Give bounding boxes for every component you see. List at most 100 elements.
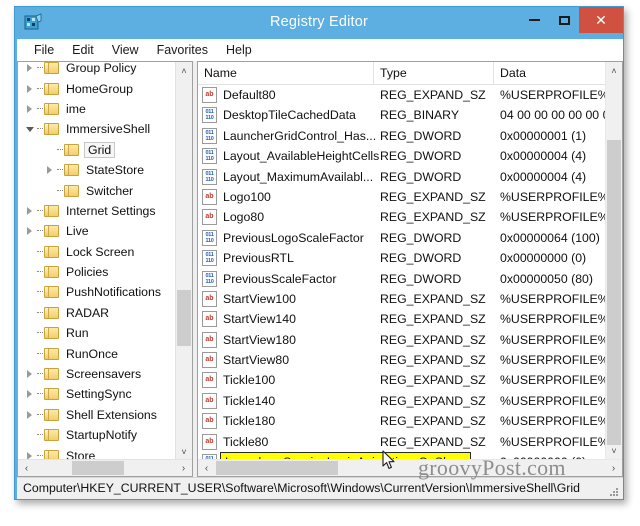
value-row[interactable]: ab Tickle100 REG_EXPAND_SZ %USERPROFILE%\	[198, 370, 605, 390]
tree-node[interactable]: Live	[18, 221, 176, 241]
tree-node[interactable]: StartupNotify	[18, 425, 176, 445]
value-data: 0x00000000 (0)	[500, 251, 587, 266]
list-scroll-thumb[interactable]	[607, 140, 621, 445]
column-header-data[interactable]: Data	[494, 62, 605, 84]
list-scroll-down-button[interactable]: ˅	[606, 442, 622, 459]
rename-value-input[interactable]: Launcher_SessionLoginAnimation_OnShow	[220, 452, 471, 459]
list-scroll-left-button[interactable]: ‹	[198, 460, 215, 476]
list-scroll-right-button[interactable]: ›	[605, 460, 622, 476]
value-row[interactable]: ab Tickle180 REG_EXPAND_SZ %USERPROFILE%\	[198, 411, 605, 431]
tree-node[interactable]: StateStore	[18, 160, 176, 180]
value-type: REG_EXPAND_SZ	[380, 312, 486, 327]
tree-node[interactable]: HomeGroup	[18, 78, 176, 98]
value-row[interactable]: 011 110 PreviousRTL REG_DWORD 0x00000000 (0)	[198, 248, 605, 268]
string-value-icon: ab	[202, 433, 217, 450]
list-vertical-scrollbar[interactable]: ˄ ˅	[605, 62, 622, 459]
column-header-name[interactable]: Name	[198, 62, 374, 84]
expand-arrow-icon[interactable]	[44, 160, 57, 180]
tree-scroll-right-button[interactable]: ›	[175, 460, 192, 476]
expand-arrow-icon[interactable]	[24, 384, 37, 404]
expand-arrow-icon[interactable]	[24, 79, 37, 99]
binary-value-icon: 011110	[202, 229, 217, 246]
value-row[interactable]: 011 110 Layout_AvailableHeightCells REG_DWO…	[198, 146, 605, 166]
value-row[interactable]: 011 110 DesktopTileCachedData REG_BINARY 04 …	[198, 105, 605, 125]
binary-value-icon: 011110	[202, 107, 217, 124]
menu-item-edit[interactable]: Edit	[63, 41, 103, 59]
expand-arrow-icon[interactable]	[24, 446, 37, 460]
title-bar: Registry Editor ✕	[15, 7, 623, 39]
tree-node[interactable]: Grid	[18, 140, 176, 160]
tree-node[interactable]: RADAR	[18, 303, 176, 323]
value-row[interactable]: 011 110 PreviousScaleFactor REG_DWORD 0x0000…	[198, 269, 605, 289]
expand-arrow-icon[interactable]	[24, 405, 37, 425]
tree-node-label: Shell Extensions	[66, 407, 157, 422]
tree-node[interactable]: Screensavers	[18, 364, 176, 384]
expand-arrow-icon[interactable]	[24, 221, 37, 241]
close-button[interactable]: ✕	[579, 7, 623, 33]
tree-node[interactable]: PushNotifications	[18, 282, 176, 302]
tree-node[interactable]: Lock Screen	[18, 242, 176, 262]
tree-node[interactable]: Policies	[18, 262, 176, 282]
value-row[interactable]: ab Logo100 REG_EXPAND_SZ %USERPROFILE%\	[198, 187, 605, 207]
value-row[interactable]: 011 110 LauncherGridControl_Has... REG_DWOR…	[198, 126, 605, 146]
tree-node[interactable]: Switcher	[18, 180, 176, 200]
value-row[interactable]: ab Tickle140 REG_EXPAND_SZ %USERPROFILE%\	[198, 391, 605, 411]
value-name: LauncherGridControl_Has...	[223, 128, 377, 143]
value-name: StartView100	[223, 291, 296, 306]
tree-scroll-thumb[interactable]	[177, 290, 191, 346]
menu-item-favorites[interactable]: Favorites	[148, 41, 217, 59]
tree-scroll-left-button[interactable]: ‹	[18, 460, 35, 476]
value-row[interactable]: 011 110 Layout_MaximumAvailabl... REG_DWORD…	[198, 167, 605, 187]
list-hscroll-thumb[interactable]	[216, 461, 338, 475]
tree-node[interactable]: ImmersiveShell	[18, 119, 176, 139]
minimize-button[interactable]	[519, 7, 549, 33]
expand-arrow-icon[interactable]	[24, 62, 37, 78]
list-horizontal-scrollbar[interactable]: ‹ ›	[198, 459, 622, 476]
list-scroll-up-button[interactable]: ˄	[606, 62, 622, 79]
tree-node-label: Grid	[84, 141, 116, 158]
tree-vertical-scrollbar[interactable]: ˄ ˅	[175, 62, 192, 460]
value-data: 0x00000064 (100)	[500, 230, 600, 245]
value-type: REG_EXPAND_SZ	[380, 353, 486, 368]
value-name: Logo100	[223, 189, 271, 204]
binary-value-icon: 011110	[202, 250, 217, 267]
tree-node[interactable]: Store	[18, 445, 176, 460]
folder-icon	[44, 285, 60, 299]
expand-arrow-icon[interactable]	[24, 364, 37, 384]
expand-arrow-icon[interactable]	[24, 201, 37, 221]
value-row[interactable]: ab Logo80 REG_EXPAND_SZ %USERPROFILE%\	[198, 207, 605, 227]
value-type: REG_DWORD	[380, 128, 462, 143]
folder-icon	[44, 102, 60, 116]
tree-node[interactable]: SettingSync	[18, 384, 176, 404]
value-row[interactable]: ab StartView100 REG_EXPAND_SZ %USERPROFILE%…	[198, 289, 605, 309]
value-data: %USERPROFILE%\	[500, 434, 605, 449]
value-row[interactable]: 011110Launcher_SessionLoginAnimation_OnS…	[198, 452, 605, 459]
column-header-type[interactable]: Type	[374, 62, 494, 84]
value-row[interactable]: ab Tickle80 REG_EXPAND_SZ %USERPROFILE%\	[198, 432, 605, 452]
resize-grip[interactable]	[608, 485, 620, 497]
tree-node[interactable]: Group Policy	[18, 62, 176, 78]
value-row[interactable]: 011 110 PreviousLogoScaleFactor REG_DWORD 0x…	[198, 228, 605, 248]
tree-scroll-up-button[interactable]: ˄	[176, 62, 192, 79]
collapse-arrow-icon[interactable]	[24, 119, 37, 139]
value-row[interactable]: ab StartView80 REG_EXPAND_SZ %USERPROFILE%\	[198, 350, 605, 370]
maximize-button[interactable]	[549, 7, 579, 33]
tree-scroll-down-button[interactable]: ˅	[176, 443, 192, 460]
value-row[interactable]: ab StartView180 REG_EXPAND_SZ %USERPROFILE%…	[198, 330, 605, 350]
tree-hscroll-thumb[interactable]	[72, 461, 124, 475]
tree-horizontal-scrollbar[interactable]: ‹ ›	[18, 459, 192, 476]
tree-node[interactable]: ime	[18, 99, 176, 119]
value-data: %USERPROFILE%\	[500, 312, 605, 327]
tree-node[interactable]: RunOnce	[18, 343, 176, 363]
tree-node[interactable]: Run	[18, 323, 176, 343]
menu-item-file[interactable]: File	[25, 41, 63, 59]
tree-node[interactable]: Internet Settings	[18, 201, 176, 221]
menu-item-help[interactable]: Help	[217, 41, 261, 59]
tree-node[interactable]: Shell Extensions	[18, 405, 176, 425]
value-row[interactable]: ab StartView140 REG_EXPAND_SZ %USERPROFILE%…	[198, 309, 605, 329]
expand-arrow-icon[interactable]	[24, 99, 37, 119]
menu-item-view[interactable]: View	[103, 41, 148, 59]
value-row[interactable]: ab Default80 REG_EXPAND_SZ %USERPROFILE%\	[198, 85, 605, 105]
